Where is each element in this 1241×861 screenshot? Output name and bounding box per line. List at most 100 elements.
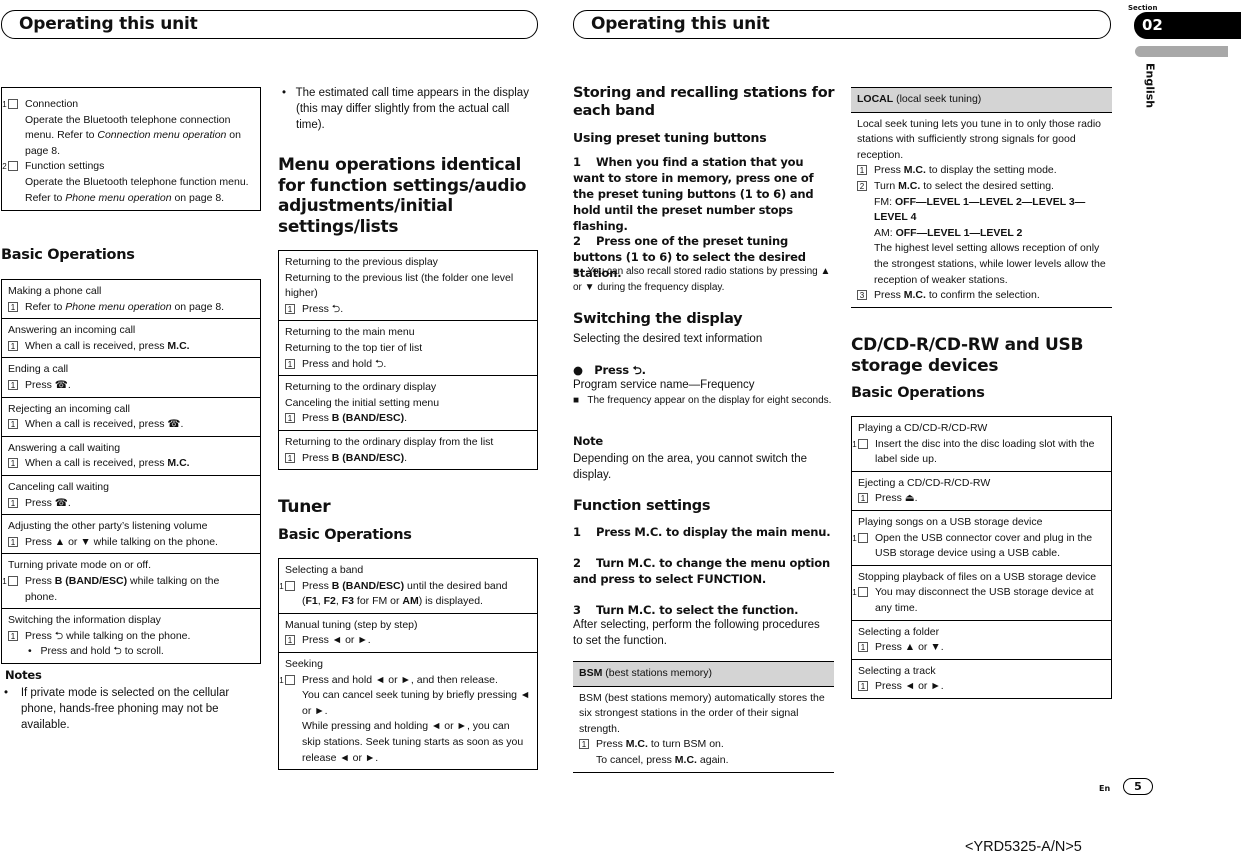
header-title: Operating this unit <box>19 14 198 34</box>
note-heading: Note <box>573 434 604 448</box>
note-text: You can also recall stored radio station… <box>573 266 831 293</box>
op-text: until the desired band <box>404 579 508 592</box>
step-number: 2 <box>2 161 18 172</box>
step-number: 1 <box>2 575 18 586</box>
op-text: Press and hold <box>302 357 375 370</box>
op-text: . <box>180 418 184 431</box>
op-title: Playing a CD/CD-R/CD-RW <box>858 422 988 434</box>
document-code: <YRD5325-A/N>5 <box>965 839 1082 855</box>
op-title: Returning to the ordinary display from t… <box>285 435 494 448</box>
tuner-basic-operations-heading: Basic Operations <box>278 527 412 543</box>
step-number: 1 <box>8 536 18 547</box>
tuner-heading: Tuner <box>278 497 331 517</box>
cd-usb-heading: CD/CD-R/CD-RW and USB storage devices <box>851 335 1084 376</box>
bsm-table: BSM (best stations memory) BSM (best sta… <box>573 661 834 773</box>
func-step-2: 2 Turn M.C. to change the menu option an… <box>573 556 834 586</box>
op-title: Selecting a track <box>858 664 936 677</box>
am-levels: AM: OFF—LEVEL 1—LEVEL 2 <box>857 226 1106 242</box>
language-code: En <box>1099 784 1111 793</box>
op-title: Returning to the previous display <box>285 256 438 268</box>
reference-link[interactable]: Connection menu operation <box>97 129 226 141</box>
op-row: Selecting a folder 1 Press ▲ or ▼. <box>852 619 1111 659</box>
op-text: to select the desired setting. <box>920 179 1054 192</box>
step-number: 1 <box>285 358 295 369</box>
key-label: M.C. <box>898 179 921 192</box>
op-row: Selecting a band 1 Press B (BAND/ESC) unt… <box>279 559 537 613</box>
op-row: Canceling call waiting 1 Press ☎. <box>2 474 260 514</box>
key-label: M.C. <box>674 753 697 766</box>
op-step: 1 Press ⮌ while talking on the phone. <box>8 629 254 645</box>
display-sequence: Program service name—Frequency <box>573 379 755 391</box>
bsm-cancel: To cancel, press M.C. again. <box>579 753 828 769</box>
left-page-header: Operating this unit <box>1 10 538 39</box>
step-number: 1 <box>2 99 18 109</box>
note-text: The frequency appear on the display for … <box>587 395 832 406</box>
key-label: M.C. <box>903 289 926 302</box>
op-step: 1 Press B (BAND/ESC). <box>285 411 531 427</box>
op-title: Rejecting an incoming call <box>8 402 130 415</box>
function-desc: (local seek tuning) <box>893 93 982 105</box>
op-row: Returning to the main menu Returning to t… <box>279 320 537 375</box>
step-number: 1 <box>857 165 867 176</box>
op-step: 1 You may disconnect the USB storage devi… <box>852 585 1105 616</box>
op-row: Returning to the ordinary display from t… <box>279 429 537 469</box>
band-label: F3 <box>341 595 354 608</box>
back-icon: ⮌ <box>331 302 341 315</box>
reference-link[interactable]: Phone menu operation <box>65 192 171 204</box>
op-step-cont: You can cancel seek tuning by briefly pr… <box>302 689 531 717</box>
op-title: Answering a call waiting <box>8 441 121 454</box>
section-grey-bar <box>1135 46 1228 57</box>
square-bullet-icon: ■ <box>573 395 580 406</box>
local-step-1: 1 Press M.C. to display the setting mode. <box>857 163 1106 179</box>
storing-stations-heading: Storing and recalling stations for each … <box>573 85 835 119</box>
phone-operations-table: Making a phone call 1 Refer to Phone menu … <box>1 279 261 664</box>
op-text: . <box>383 357 387 370</box>
display-note: ■ The frequency appear on the display fo… <box>573 393 835 409</box>
op-step-cont: (F1, F2, F3 for FM or AM) is displayed. <box>302 595 483 608</box>
bsm-header: BSM (best stations memory) <box>573 662 834 687</box>
desc-tail: on page 8. <box>171 191 225 204</box>
op-text: Press <box>596 738 626 751</box>
menu-item-desc: Operate the Bluetooth telephone connecti… <box>8 113 254 160</box>
op-row: Answering a call waiting 1 When a call is … <box>2 435 260 475</box>
band-label: FM: <box>874 195 895 208</box>
reference-link[interactable]: Phone menu operation <box>65 301 171 313</box>
func-step-3-desc: After selecting, perform the following p… <box>573 619 820 647</box>
menu-item-desc: Operate the Bluetooth telephone function… <box>8 175 254 206</box>
step-number: 1 <box>285 452 295 463</box>
op-title: Manual tuning (step by step) <box>285 618 418 631</box>
square-bullet-icon: ■ <box>573 266 580 277</box>
store-step-1: 1 When you find a station that you want … <box>573 155 818 233</box>
item-title: Function settings <box>25 160 105 173</box>
bsm-description: BSM (best stations memory) automatically… <box>579 691 825 735</box>
op-title: Switching the information display <box>8 614 161 627</box>
op-row: Stopping playback of files on a USB stor… <box>852 564 1111 620</box>
op-row: Playing a CD/CD-R/CD-RW 1 Insert the disc … <box>852 417 1111 471</box>
op-text: Turn <box>874 179 899 192</box>
step-number: 2 <box>857 180 867 191</box>
step-number: 1 <box>852 438 868 449</box>
op-text: . <box>67 378 71 391</box>
language-label: English <box>1143 63 1157 109</box>
op-step: 1 Press and hold ⮌. <box>285 357 531 373</box>
op-row: Playing songs on a USB storage device 1 Op… <box>852 509 1111 565</box>
op-step: 1 Press ☎. <box>8 496 254 512</box>
op-title: Returning to the ordinary display <box>285 381 437 394</box>
step-number: 1 <box>285 635 295 646</box>
note-text: The estimated call time appears in the d… <box>295 87 529 131</box>
op-title: Adjusting the other party’s listening vo… <box>8 520 208 533</box>
function-settings-heading: Function settings <box>573 498 711 514</box>
phone-icon: ☎ <box>167 418 181 431</box>
op-title: Returning to the previous list (the fold… <box>285 271 514 300</box>
op-title: Ejecting a CD/CD-R/CD-RW <box>858 476 991 489</box>
menu-item-connection: 1 Connection <box>2 97 254 113</box>
op-text: . <box>404 412 408 425</box>
phone-menu-box: 1 Connection Operate the Bluetooth teleph… <box>1 87 261 212</box>
op-step: 1 Open the USB connector cover and plug i… <box>852 531 1105 562</box>
op-title: Making a phone call <box>8 285 102 297</box>
step-number: 1 <box>8 458 18 469</box>
section-number-tab: 02 <box>1134 12 1241 39</box>
op-text: You may disconnect the USB storage devic… <box>875 586 1094 614</box>
op-step: 1 When a call is received, press M.C. <box>8 339 254 355</box>
step-number: 1 <box>285 303 295 314</box>
